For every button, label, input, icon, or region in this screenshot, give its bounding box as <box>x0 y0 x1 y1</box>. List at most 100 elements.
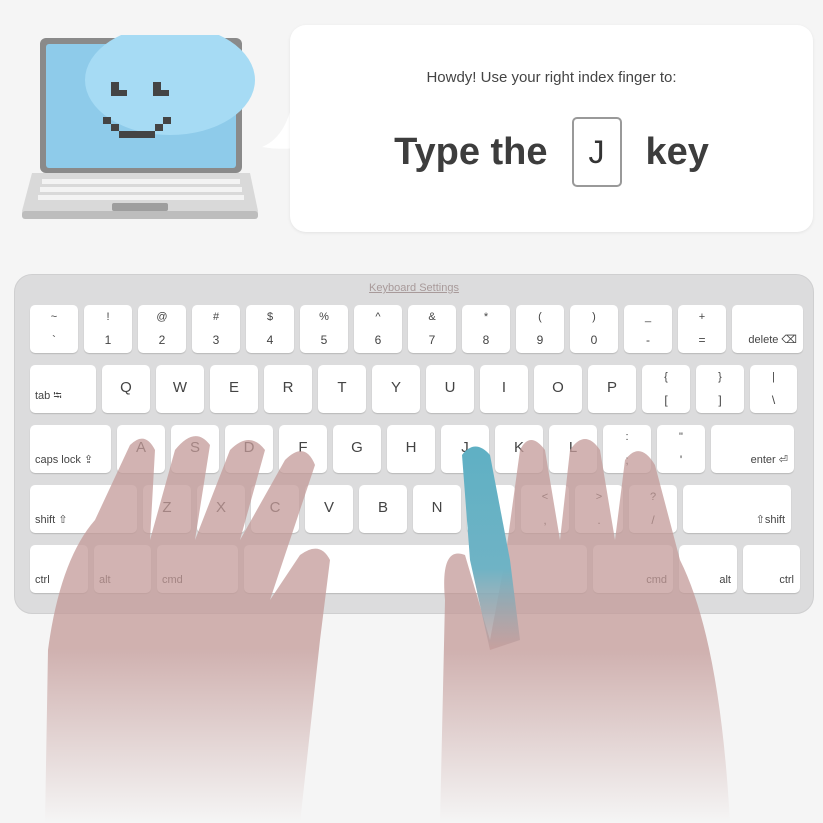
key-n[interactable]: N <box>413 485 461 533</box>
key-c[interactable]: C <box>251 485 299 533</box>
keyboard-row: caps lock ⇪ A S D F G H J K L:; " ' enter ⏎ <box>30 425 794 473</box>
key-d[interactable]: D <box>225 425 273 473</box>
key-label: \ <box>771 393 776 407</box>
key-label: [ <box>664 393 668 407</box>
key-label: . <box>597 513 601 527</box>
key-symbol[interactable]: & 7 <box>408 305 456 353</box>
key-y[interactable]: Y <box>372 365 420 413</box>
key-symbol[interactable]: >. <box>575 485 623 533</box>
key-label: caps lock ⇪ <box>35 454 94 466</box>
key-delete[interactable]: delete ⌫ <box>732 305 803 353</box>
key-symbol[interactable]: (9 <box>516 305 564 353</box>
key-label: W <box>172 379 188 396</box>
key-label: I <box>501 379 507 396</box>
key-e[interactable]: E <box>210 365 258 413</box>
key-space[interactable] <box>244 545 587 593</box>
key-label: alt <box>719 574 731 586</box>
key-label: delete ⌫ <box>748 334 797 346</box>
key-label: : <box>625 431 629 443</box>
key-label: ; <box>625 453 629 467</box>
key-t[interactable]: T <box>318 365 366 413</box>
key-symbol[interactable]: $4 <box>246 305 294 353</box>
key-shift[interactable]: ⇧shift <box>683 485 791 533</box>
key-m[interactable]: M <box>467 485 515 533</box>
key-g[interactable]: G <box>333 425 381 473</box>
key-symbol[interactable]: }] <box>696 365 744 413</box>
key-symbol[interactable]: " ' <box>657 425 705 473</box>
key-symbol[interactable]: ) 0 <box>570 305 618 353</box>
key-tab[interactable]: tab ⭾ <box>30 365 96 413</box>
key-label: 3 <box>212 333 220 347</box>
key-symbol[interactable]: ? / <box>629 485 677 533</box>
key-label: M <box>484 499 498 516</box>
key-ctrl[interactable]: ctrl <box>743 545 800 593</box>
key-symbol[interactable]: ~ ` <box>30 305 78 353</box>
key-caps[interactable]: caps lock ⇪ <box>30 425 111 473</box>
key-label: ~ <box>50 311 58 323</box>
key-label: O <box>552 379 564 396</box>
key-label: E <box>228 379 239 396</box>
key-label: = <box>698 333 706 347</box>
key-label: ? <box>649 491 657 503</box>
key-s[interactable]: S <box>171 425 219 473</box>
key-v[interactable]: V <box>305 485 353 533</box>
key-label: " <box>679 431 683 443</box>
key-z[interactable]: Z <box>143 485 191 533</box>
instruction-bubble: Howdy! Use your right index finger to: T… <box>290 25 813 232</box>
key-j[interactable]: J <box>441 425 489 473</box>
key-label: 5 <box>320 333 328 347</box>
key-alt[interactable]: alt <box>679 545 737 593</box>
key-x[interactable]: X <box>197 485 245 533</box>
key-cmd[interactable]: cmd <box>593 545 673 593</box>
key-h[interactable]: H <box>387 425 435 473</box>
key-o[interactable]: O <box>534 365 582 413</box>
key-cmd[interactable]: cmd <box>157 545 238 593</box>
key-alt[interactable]: alt <box>94 545 151 593</box>
key-r[interactable]: R <box>264 365 312 413</box>
key-label: 0 <box>590 333 598 347</box>
key-label: < <box>541 491 549 503</box>
key-symbol[interactable]: ! 1 <box>84 305 132 353</box>
key-label: / <box>651 513 655 527</box>
key-symbol[interactable]: #3 <box>192 305 240 353</box>
key-symbol[interactable]: @2 <box>138 305 186 353</box>
key-symbol[interactable]: :; <box>603 425 651 473</box>
keyboard-settings-link[interactable]: Keyboard Settings <box>15 282 813 294</box>
key-l[interactable]: L <box>549 425 597 473</box>
key-label: ` <box>52 333 56 347</box>
key-symbol[interactable]: ^ 6 <box>354 305 402 353</box>
key-label: % <box>319 311 329 323</box>
key-shift[interactable]: shift ⇧ <box>30 485 137 533</box>
key-u[interactable]: U <box>426 365 474 413</box>
key-a[interactable]: A <box>117 425 165 473</box>
key-label: P <box>606 379 617 396</box>
key-label: R <box>282 379 294 396</box>
key-label: } <box>718 371 722 383</box>
key-k[interactable]: K <box>495 425 543 473</box>
key-symbol[interactable]: {[ <box>642 365 690 413</box>
key-label: { <box>664 371 668 383</box>
key-symbol[interactable]: * 8 <box>462 305 510 353</box>
key-label: Q <box>120 379 132 396</box>
key-label: T <box>337 379 347 396</box>
key-label: @ <box>156 311 168 323</box>
key-f[interactable]: F <box>279 425 327 473</box>
key-label: L <box>568 439 578 456</box>
key-ctrl[interactable]: ctrl <box>30 545 88 593</box>
key-b[interactable]: B <box>359 485 407 533</box>
key-q[interactable]: Q <box>102 365 150 413</box>
key-label: H <box>405 439 417 456</box>
key-i[interactable]: I <box>480 365 528 413</box>
key-symbol[interactable]: | \ <box>750 365 797 413</box>
key-p[interactable]: P <box>588 365 636 413</box>
key-label: & <box>428 311 436 323</box>
key-enter[interactable]: enter ⏎ <box>711 425 794 473</box>
key-symbol[interactable]: % 5 <box>300 305 348 353</box>
key-symbol[interactable]: _ - <box>624 305 672 353</box>
key-symbol[interactable]: + = <box>678 305 726 353</box>
key-w[interactable]: W <box>156 365 204 413</box>
keyboard-row: ctrl alt cmd cmd alt ctrl <box>30 545 800 593</box>
key-symbol[interactable]: <, <box>521 485 569 533</box>
key-label: ) <box>592 311 596 323</box>
key-label: S <box>189 439 200 456</box>
